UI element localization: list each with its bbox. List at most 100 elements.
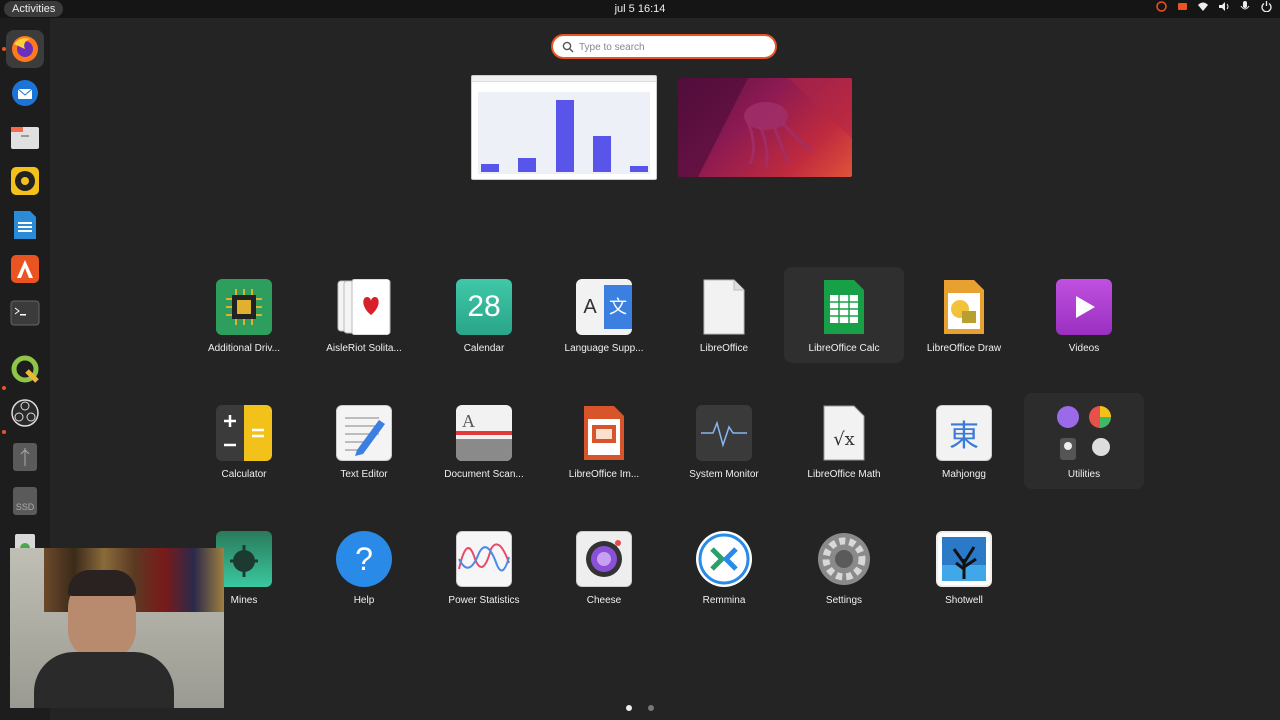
webcam-overlay <box>10 548 224 708</box>
app-label: Text Editor <box>340 469 388 480</box>
app-document-scanner[interactable]: A Document Scan... <box>424 393 544 489</box>
ssd-icon: SSD <box>13 487 37 515</box>
app-label: Calendar <box>463 343 505 354</box>
app-label: LibreOffice Draw <box>926 343 1002 354</box>
remmina-icon <box>696 531 752 587</box>
microphone-icon[interactable] <box>1239 1 1251 17</box>
app-calculator[interactable]: Calculator <box>184 393 304 489</box>
obs-icon <box>11 399 39 427</box>
app-label: Remmina <box>702 595 746 606</box>
app-language-support[interactable]: A文 Language Supp... <box>544 267 664 363</box>
videos-icon <box>1056 279 1112 335</box>
app-label: Help <box>353 595 375 606</box>
dock-terminal[interactable] <box>6 294 44 332</box>
dock-rhythmbox[interactable] <box>6 162 44 200</box>
presenter-body <box>34 652 174 708</box>
system-tray[interactable] <box>1155 1 1272 17</box>
app-label: Mahjongg <box>942 469 986 480</box>
app-label: Cheese <box>586 595 622 606</box>
presenter-hair-top <box>68 570 136 596</box>
app-libreoffice-draw[interactable]: LibreOffice Draw <box>904 267 1024 363</box>
app-aisleriot[interactable]: AisleRiot Solita... <box>304 267 424 363</box>
power-icon[interactable] <box>1260 1 1272 17</box>
app-label: Power Statistics <box>448 595 520 606</box>
thunderbird-icon <box>12 80 38 106</box>
dock-firefox[interactable] <box>6 30 44 68</box>
settings-icon <box>816 531 872 587</box>
app-additional-drivers[interactable]: Additional Driv... <box>184 267 304 363</box>
page-dot-2[interactable] <box>648 705 654 711</box>
dock-obs[interactable] <box>6 394 44 432</box>
search-icon <box>562 40 574 58</box>
app-calendar[interactable]: 28 Calendar <box>424 267 544 363</box>
preview-bar <box>630 166 648 172</box>
dock-ssd-drive[interactable]: SSD <box>6 482 44 520</box>
dock-thunderbird[interactable] <box>6 74 44 112</box>
screen-share-icon[interactable] <box>1176 1 1188 17</box>
app-label: Calculator <box>221 469 267 480</box>
scanner-icon: A <box>456 405 512 461</box>
preview-bar <box>518 158 536 172</box>
app-folder-utilities[interactable]: Utilities <box>1024 393 1144 489</box>
app-power-statistics[interactable]: Power Statistics <box>424 519 544 615</box>
app-label: Videos <box>1068 343 1100 354</box>
calculator-icon <box>216 405 272 461</box>
app-help[interactable]: ? Help <box>304 519 424 615</box>
preview-bar <box>556 100 574 172</box>
workspace-thumbnail-2[interactable] <box>678 78 852 177</box>
rhythmbox-icon <box>11 167 39 195</box>
svg-text:SSD: SSD <box>16 502 35 512</box>
dock-files[interactable] <box>6 118 44 156</box>
top-bar: Activities jul 5 16:14 <box>0 0 1280 18</box>
app-label: System Monitor <box>689 469 759 480</box>
workspace-thumbnail-1[interactable] <box>471 75 657 180</box>
app-settings[interactable]: Settings <box>784 519 904 615</box>
app-label: Language Supp... <box>564 343 644 354</box>
app-label: Utilities <box>1067 469 1101 480</box>
app-shotwell[interactable]: Shotwell <box>904 519 1024 615</box>
app-cheese[interactable]: Cheese <box>544 519 664 615</box>
chip-icon <box>216 279 272 335</box>
mahjongg-glyph: 東 <box>949 419 979 454</box>
app-mahjongg[interactable]: 東 Mahjongg <box>904 393 1024 489</box>
cards-icon <box>336 279 392 335</box>
app-libreoffice-calc[interactable]: LibreOffice Calc <box>784 267 904 363</box>
app-text-editor[interactable]: Text Editor <box>304 393 424 489</box>
app-center-icon <box>11 255 39 283</box>
firefox-icon <box>12 36 38 62</box>
app-libreoffice-impress[interactable]: LibreOffice Im... <box>544 393 664 489</box>
dock-writer[interactable] <box>6 206 44 244</box>
app-libreoffice[interactable]: LibreOffice <box>664 267 784 363</box>
page-dot-1[interactable] <box>626 705 632 711</box>
app-remmina[interactable]: Remmina <box>664 519 784 615</box>
search-input[interactable] <box>579 39 769 55</box>
window-titlebar <box>472 76 656 82</box>
utilities-folder-icon <box>1052 403 1116 463</box>
volume-icon[interactable] <box>1218 1 1230 17</box>
language-glyph-b: 文 <box>604 285 632 329</box>
search-bar[interactable] <box>551 34 777 59</box>
impress-icon <box>576 405 632 461</box>
scanner-glyph: A <box>462 411 475 431</box>
app-label: Document Scan... <box>444 469 524 480</box>
dock-qgis[interactable] <box>6 350 44 388</box>
chart-window-preview <box>478 92 650 174</box>
app-label: Settings <box>825 595 863 606</box>
ubuntu-pro-icon[interactable] <box>1155 1 1167 17</box>
app-libreoffice-math[interactable]: √x LibreOffice Math <box>784 393 904 489</box>
app-label: LibreOffice Im... <box>568 469 640 480</box>
dock-usb-drive[interactable] <box>6 438 44 476</box>
help-glyph: ? <box>355 540 373 577</box>
clock[interactable]: jul 5 16:14 <box>0 0 1280 18</box>
wifi-icon[interactable] <box>1197 1 1209 17</box>
language-icon: A文 <box>576 279 632 335</box>
dock-app-center[interactable] <box>6 250 44 288</box>
app-videos[interactable]: Videos <box>1024 267 1144 363</box>
qgis-icon <box>11 355 39 383</box>
mines-icon <box>216 531 272 587</box>
app-label: LibreOffice Math <box>807 469 881 480</box>
shotwell-icon <box>936 531 992 587</box>
preview-bar <box>481 164 499 172</box>
power-statistics-icon <box>456 531 512 587</box>
app-system-monitor[interactable]: System Monitor <box>664 393 784 489</box>
